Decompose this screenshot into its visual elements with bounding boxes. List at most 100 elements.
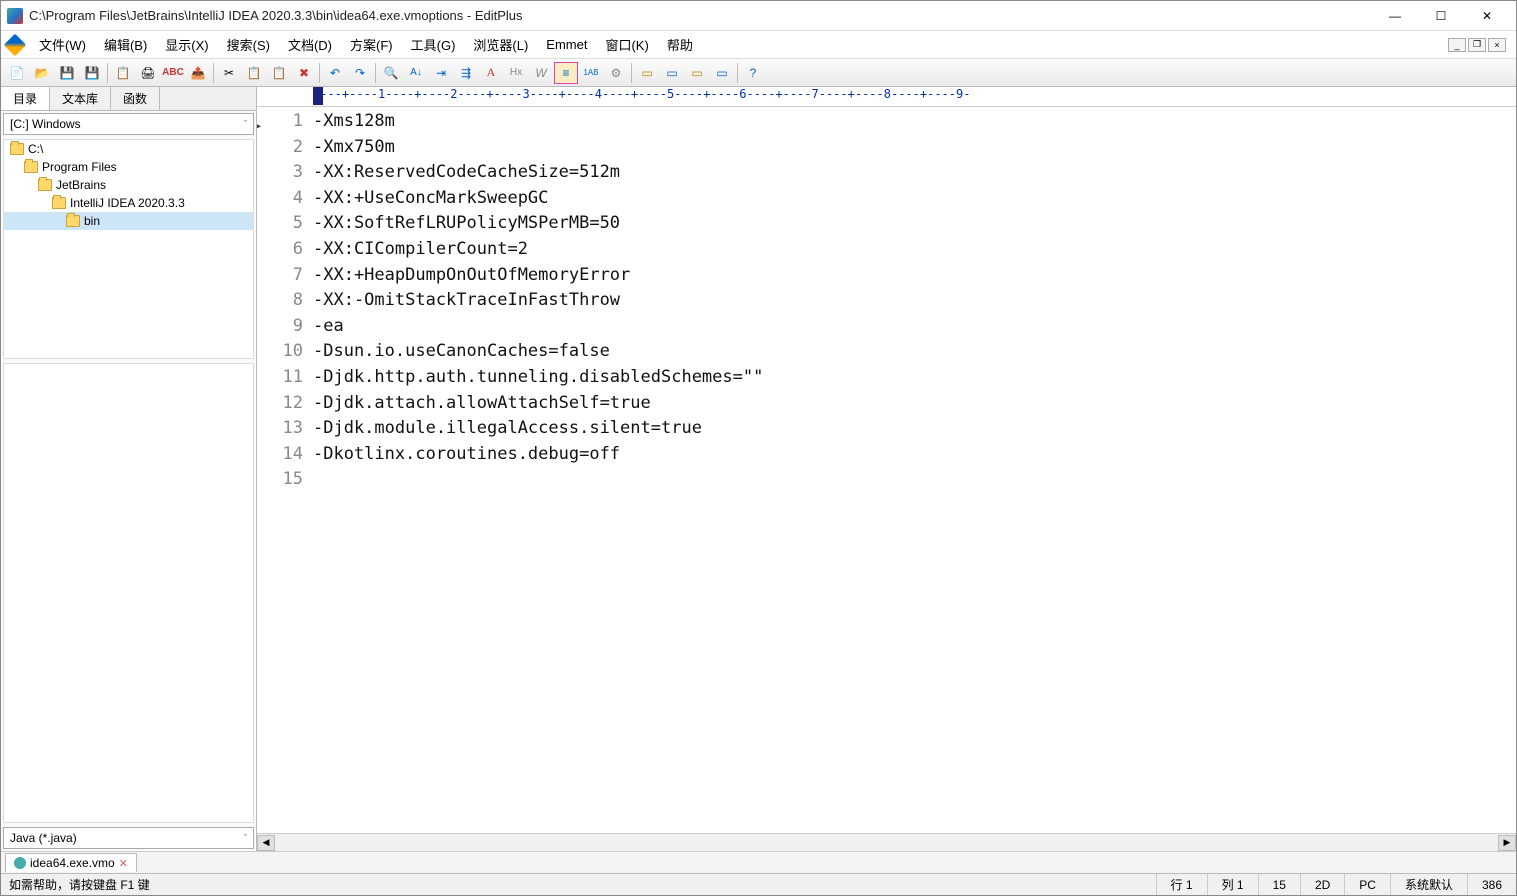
filetype-select[interactable]: Java (*.java) ˇ (3, 827, 254, 849)
tree-label: IntelliJ IDEA 2020.3.3 (70, 196, 185, 210)
code-line[interactable] (313, 467, 1516, 493)
gear-icon[interactable]: ⚙ (604, 62, 628, 84)
menu-item-4[interactable]: 文档(D) (280, 33, 340, 56)
print-icon[interactable]: 🖨 (136, 62, 160, 84)
menu-item-8[interactable]: Emmet (538, 35, 595, 54)
save-icon[interactable]: 💾 (55, 62, 79, 84)
new-file-icon[interactable]: 📄 (5, 62, 29, 84)
code-line[interactable]: -XX:ReservedCodeCacheSize=512m (313, 160, 1516, 186)
status-encoding: 2D (1300, 874, 1344, 895)
menu-item-6[interactable]: 工具(G) (403, 33, 464, 56)
code-line[interactable]: -XX:+HeapDumpOnOutOfMemoryError (313, 263, 1516, 289)
folder-icon (10, 143, 24, 155)
sidebar-tab-directory[interactable]: 目录 (1, 87, 50, 110)
line-number: 9 (257, 314, 303, 340)
drive-select[interactable]: [C:] Windows ˇ (3, 113, 254, 135)
tree-item[interactable]: Program Files (4, 158, 253, 176)
code-line[interactable]: -ea (313, 314, 1516, 340)
code-line[interactable]: -Dsun.io.useCanonCaches=false (313, 339, 1516, 365)
tree-item[interactable]: JetBrains (4, 176, 253, 194)
line-gutter: 1▶23456789101112131415 (257, 107, 313, 833)
window1-icon[interactable]: ▭ (635, 62, 659, 84)
replace-icon[interactable]: A↓ (404, 62, 428, 84)
status-col: 列 1 (1207, 874, 1258, 895)
code-editor[interactable]: 1▶23456789101112131415 -Xms128m-Xmx750m-… (257, 107, 1516, 833)
code-content[interactable]: -Xms128m-Xmx750m-XX:ReservedCodeCacheSiz… (313, 107, 1516, 833)
delete-icon[interactable]: ✖ (292, 62, 316, 84)
status-num: 386 (1467, 874, 1516, 895)
menu-item-5[interactable]: 方案(F) (342, 33, 401, 56)
menu-item-9[interactable]: 窗口(K) (597, 33, 656, 56)
folder-icon (24, 161, 38, 173)
line-number: 4 (257, 186, 303, 212)
open-file-icon[interactable]: 📂 (30, 62, 54, 84)
maximize-button[interactable]: ☐ (1418, 1, 1464, 31)
italic-icon[interactable]: W (529, 62, 553, 84)
window3-icon[interactable]: ▭ (685, 62, 709, 84)
close-tab-icon[interactable]: ✕ (119, 857, 128, 870)
save-all-icon[interactable]: 💾 (80, 62, 104, 84)
code-line[interactable]: -Xmx750m (313, 135, 1516, 161)
mdi-restore-button[interactable]: ❐ (1468, 38, 1486, 52)
code-line[interactable]: -Xms128m (313, 109, 1516, 135)
status-help: 如需帮助，请按键盘 F1 键 (1, 876, 1156, 893)
menu-item-3[interactable]: 搜索(S) (219, 33, 278, 56)
wordwrap-icon[interactable]: ≡ (554, 62, 578, 84)
tree-item[interactable]: C:\ (4, 140, 253, 158)
line-number: 2 (257, 135, 303, 161)
mdi-close-button[interactable]: × (1488, 38, 1506, 52)
goto-icon[interactable]: ⇥ (429, 62, 453, 84)
sidebar-tab-functions[interactable]: 函数 (111, 87, 160, 110)
file-list[interactable] (3, 363, 254, 823)
copy-icon[interactable]: 📋 (242, 62, 266, 84)
horizontal-scrollbar[interactable]: ◀ ▶ (257, 833, 1516, 851)
status-total: 15 (1258, 874, 1300, 895)
menu-item-2[interactable]: 显示(X) (157, 33, 216, 56)
bookmark-icon[interactable]: ⇶ (454, 62, 478, 84)
redo-icon[interactable]: ↷ (348, 62, 372, 84)
charcode-icon[interactable]: 1AB (579, 62, 603, 84)
code-line[interactable]: -Djdk.attach.allowAttachSelf=true (313, 391, 1516, 417)
window-title: C:\Program Files\JetBrains\IntelliJ IDEA… (29, 8, 1372, 23)
line-number: 6 (257, 237, 303, 263)
menu-item-0[interactable]: 文件(W) (31, 33, 94, 56)
print-preview-icon[interactable]: 📋 (111, 62, 135, 84)
ruler-cursor-icon (313, 87, 323, 105)
scroll-right-icon[interactable]: ▶ (1498, 835, 1516, 851)
menu-item-1[interactable]: 编辑(B) (96, 33, 155, 56)
tree-item[interactable]: bin (4, 212, 253, 230)
code-line[interactable]: -XX:+UseConcMarkSweepGC (313, 186, 1516, 212)
folder-tree[interactable]: C:\Program FilesJetBrains IntelliJ IDEA 2… (3, 139, 254, 359)
hex-icon[interactable]: Hx (504, 62, 528, 84)
window2-icon[interactable]: ▭ (660, 62, 684, 84)
close-button[interactable]: ✕ (1464, 1, 1510, 31)
minimize-button[interactable]: — (1372, 1, 1418, 31)
font-icon[interactable]: A (479, 62, 503, 84)
document-tabs: idea64.exe.vmo ✕ (1, 851, 1516, 873)
code-line[interactable]: -Dkotlinx.coroutines.debug=off (313, 442, 1516, 468)
menu-item-7[interactable]: 浏览器(L) (465, 33, 536, 56)
export-icon[interactable]: 📤 (186, 62, 210, 84)
undo-icon[interactable]: ↶ (323, 62, 347, 84)
code-line[interactable]: -XX:SoftRefLRUPolicyMSPerMB=50 (313, 211, 1516, 237)
help-icon[interactable]: ? (741, 62, 765, 84)
sidebar: 目录 文本库 函数 [C:] Windows ˇ C:\Program File… (1, 87, 257, 851)
sidebar-tab-cliptext[interactable]: 文本库 (50, 87, 111, 110)
menu-item-10[interactable]: 帮助 (659, 33, 701, 56)
search-icon[interactable]: 🔍 (379, 62, 403, 84)
code-line[interactable]: -XX:-OmitStackTraceInFastThrow (313, 288, 1516, 314)
cut-icon[interactable]: ✂ (217, 62, 241, 84)
mdi-minimize-button[interactable]: _ (1448, 38, 1466, 52)
tree-item[interactable]: IntelliJ IDEA 2020.3.3 (4, 194, 253, 212)
code-line[interactable]: -Djdk.http.auth.tunneling.disabledScheme… (313, 365, 1516, 391)
window4-icon[interactable]: ▭ (710, 62, 734, 84)
spellcheck-icon[interactable]: ABC (161, 62, 185, 84)
line-number: 15 (257, 467, 303, 493)
line-number: 8 (257, 288, 303, 314)
code-line[interactable]: -Djdk.module.illegalAccess.silent=true (313, 416, 1516, 442)
scroll-left-icon[interactable]: ◀ (257, 835, 275, 851)
code-line[interactable]: -XX:CICompilerCount=2 (313, 237, 1516, 263)
paste-icon[interactable]: 📋 (267, 62, 291, 84)
scroll-track[interactable] (275, 835, 1498, 851)
document-tab[interactable]: idea64.exe.vmo ✕ (5, 853, 137, 872)
